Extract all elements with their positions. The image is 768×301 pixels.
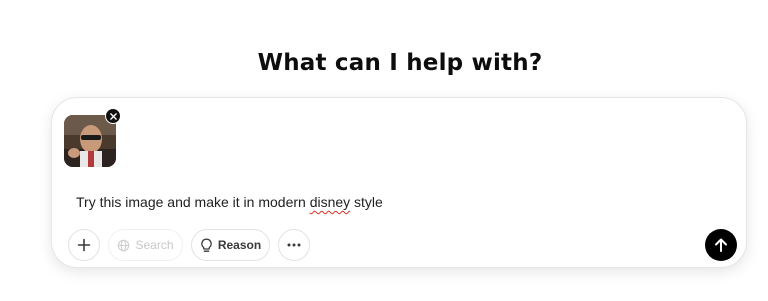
search-button-label: Search — [135, 238, 174, 252]
misspelled-word: disney — [309, 194, 351, 210]
more-horizontal-icon — [287, 243, 301, 247]
arrow-up-icon — [715, 238, 727, 252]
attachment-thumbnail[interactable] — [64, 108, 121, 167]
remove-attachment-button[interactable] — [105, 108, 121, 124]
search-button[interactable]: Search — [108, 229, 183, 261]
more-options-button[interactable] — [278, 229, 310, 261]
prompt-composer[interactable]: Try this image and make it in modern dis… — [51, 97, 747, 268]
add-attachment-button[interactable] — [68, 229, 100, 261]
globe-icon — [118, 239, 130, 251]
plus-icon — [77, 238, 91, 252]
prompt-text-start: Try this image and make it in modern — [76, 194, 310, 210]
lightbulb-icon — [201, 238, 212, 252]
prompt-input[interactable]: Try this image and make it in modern dis… — [76, 194, 383, 210]
send-button[interactable] — [705, 229, 737, 261]
page-title: What can I help with? — [257, 50, 543, 76]
composer-toolbar: Search Reason — [68, 229, 738, 261]
close-icon — [109, 112, 117, 120]
reason-button-label: Reason — [217, 238, 262, 252]
prompt-text-end: style — [350, 194, 383, 210]
reason-button[interactable]: Reason — [191, 229, 270, 261]
